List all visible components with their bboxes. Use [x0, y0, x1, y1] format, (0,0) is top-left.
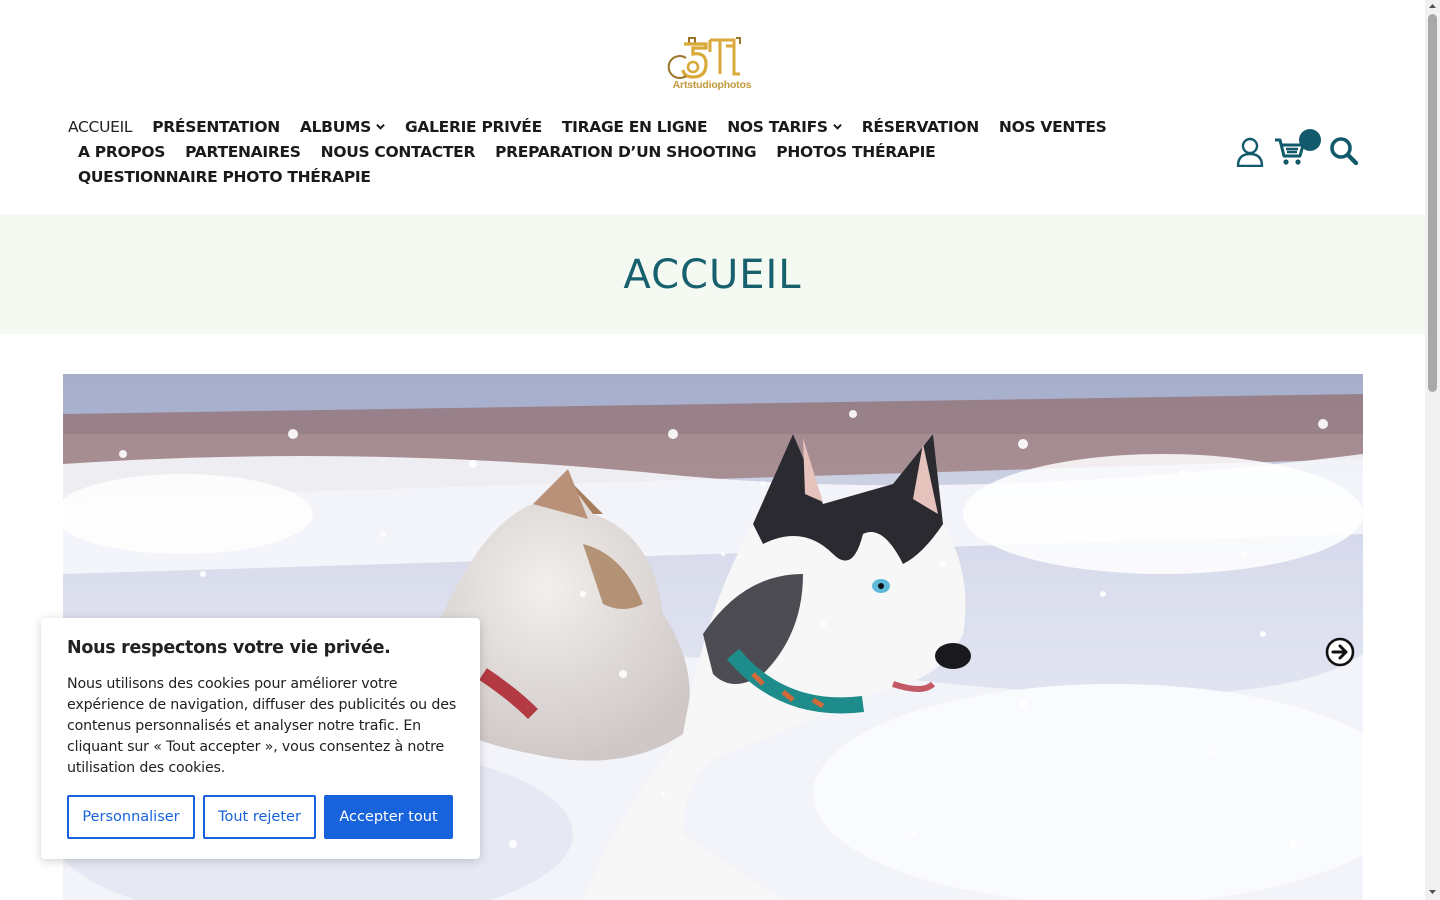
nav-item-galerie-privee[interactable]: GALERIE PRIVÉE	[395, 118, 552, 136]
customize-button[interactable]: Personnaliser	[67, 795, 195, 839]
nav-label: PHOTOS THÉRAPIE	[776, 142, 936, 161]
scroll-down-arrow-icon[interactable]	[1428, 888, 1437, 896]
cart-count-badge[interactable]	[1299, 129, 1321, 151]
user-icon[interactable]	[1236, 137, 1264, 167]
nav-row-1: ACCUEIL PRÉSENTATION ALBUMS GALERIE PRIV…	[58, 114, 1107, 139]
nav-label: A PROPOS	[78, 142, 166, 161]
chevron-down-icon	[376, 123, 385, 130]
nav-label: GALERIE PRIVÉE	[404, 117, 542, 136]
page-title: ACCUEIL	[623, 252, 802, 298]
nav-item-tirage-en-ligne[interactable]: TIRAGE EN LIGNE	[552, 118, 717, 136]
slider-next-arrow-icon[interactable]	[1325, 637, 1355, 667]
nav-row-3: QUESTIONNAIRE PHOTO THÉRAPIE	[58, 164, 1058, 189]
nav-item-partenaires[interactable]: PARTENAIRES	[175, 143, 310, 161]
nav-item-reservation[interactable]: RÉSERVATION	[852, 118, 989, 136]
nav-item-nous-contacter[interactable]: NOUS CONTACTER	[311, 143, 485, 161]
nav-row-2: A PROPOS PARTENAIRES NOUS CONTACTER PREP…	[58, 139, 1058, 164]
cookie-consent-banner: Nous respectons votre vie privée. Nous u…	[41, 618, 480, 859]
nav-item-presentation[interactable]: PRÉSENTATION	[142, 118, 290, 136]
search-icon[interactable]	[1329, 136, 1359, 166]
logo-text: Artstudiophotos	[672, 79, 752, 91]
nav-label: ALBUMS	[299, 117, 371, 136]
nav-item-preparation-shooting[interactable]: PREPARATION D’UN SHOOTING	[485, 143, 766, 161]
nav-label: NOS VENTES	[998, 117, 1107, 136]
chevron-down-icon	[832, 123, 842, 130]
nav-item-questionnaire-photo-therapie[interactable]: QUESTIONNAIRE PHOTO THÉRAPIE	[68, 168, 381, 186]
nav-item-nos-ventes[interactable]: NOS VENTES	[989, 118, 1117, 136]
nav-item-accueil[interactable]: ACCUEIL	[58, 118, 142, 136]
nav-item-a-propos[interactable]: A PROPOS	[68, 143, 175, 161]
nav-label: NOS TARIFS	[727, 117, 828, 136]
cookie-title: Nous respectons votre vie privée.	[67, 638, 391, 658]
main-navigation: ACCUEIL PRÉSENTATION ALBUMS GALERIE PRIV…	[58, 114, 1107, 189]
cookie-buttons: Personnaliser Tout rejeter Accepter tout	[67, 795, 453, 839]
nav-item-photos-therapie[interactable]: PHOTOS THÉRAPIE	[766, 143, 945, 161]
nav-label: QUESTIONNAIRE PHOTO THÉRAPIE	[78, 167, 371, 186]
scroll-up-arrow-icon[interactable]	[1428, 2, 1437, 10]
site-logo[interactable]: Artstudiophotos	[662, 34, 762, 96]
nav-item-albums[interactable]: ALBUMS	[290, 118, 395, 136]
scrollbar-thumb[interactable]	[1428, 14, 1437, 392]
nav-label: PARTENAIRES	[185, 142, 301, 161]
nav-label: PRÉSENTATION	[152, 117, 280, 136]
camera-logo-icon	[667, 37, 741, 79]
nav-label: RÉSERVATION	[861, 117, 979, 136]
nav-label: ACCUEIL	[68, 117, 133, 136]
page-title-band: ACCUEIL	[0, 214, 1425, 334]
cookie-description: Nous utilisons des cookies pour améliore…	[67, 676, 457, 776]
accept-all-button[interactable]: Accepter tout	[324, 795, 453, 839]
nav-label: NOUS CONTACTER	[320, 142, 476, 161]
reject-all-button[interactable]: Tout rejeter	[203, 795, 316, 839]
nav-label: PREPARATION D’UN SHOOTING	[495, 142, 757, 161]
page-scrollbar[interactable]	[1425, 0, 1440, 900]
nav-item-nos-tarifs[interactable]: NOS TARIFS	[717, 118, 852, 136]
nav-label: TIRAGE EN LIGNE	[561, 117, 708, 136]
